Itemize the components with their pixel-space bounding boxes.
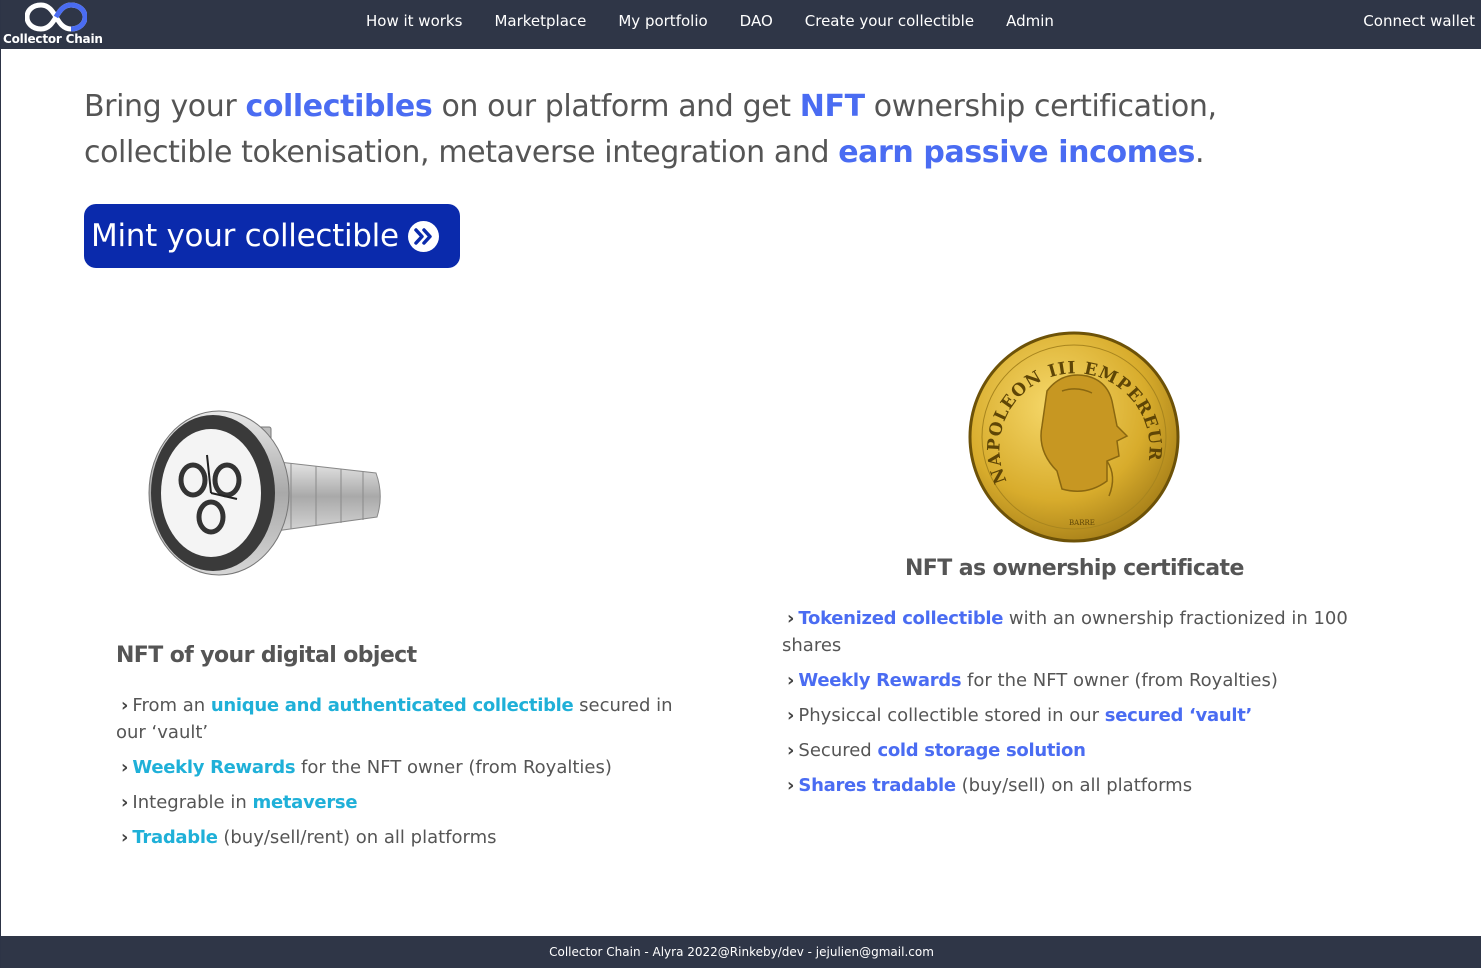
nav-link-dao[interactable]: DAO <box>740 12 773 30</box>
list-item: › Weekly Rewards for the NFT owner (from … <box>782 667 1382 694</box>
list-item: › Shares tradable (buy/sell) on all platf… <box>782 772 1382 799</box>
feature-highlight: unique and authenticated collectible <box>210 695 574 716</box>
nav-link-create-collectible[interactable]: Create your collectible <box>805 12 974 30</box>
hero-text: Bring your <box>84 89 246 124</box>
feature-highlight: Shares tradable <box>798 775 956 796</box>
double-chevron-right-icon <box>407 220 439 252</box>
list-item: › Tokenized collectible with an ownership… <box>782 605 1382 659</box>
list-item: › Tradable (buy/sell/rent) on all platfor… <box>116 824 706 851</box>
hero-text: on our platform and get <box>432 89 800 124</box>
infinity-logo-icon <box>25 2 87 32</box>
hero-highlight: earn passive incomes <box>838 135 1195 170</box>
feature-text: for the NFT owner (from Royalties) <box>295 757 612 778</box>
nav-link-admin[interactable]: Admin <box>1006 12 1054 30</box>
footer: Collector Chain - Alyra 2022@Rinkeby/dev… <box>1 936 1481 968</box>
list-item: › Secured cold storage solution <box>782 737 1382 764</box>
coin-mark: BARRE <box>1069 519 1095 527</box>
feature-highlight: Tradable <box>132 827 218 848</box>
feature-text: (buy/sell) on all platforms <box>955 775 1193 796</box>
watch-image <box>148 410 381 576</box>
chevron-right-icon: › <box>121 757 129 778</box>
right-feature-list: › Tokenized collectible with an ownership… <box>782 605 1382 807</box>
brand-name: Collector Chain <box>3 32 103 46</box>
nav-links: How it works Marketplace My portfolio DA… <box>366 12 1086 30</box>
feature-highlight: secured ‘vault’ <box>1104 705 1253 726</box>
top-navbar: Collector Chain How it works Marketplace… <box>1 0 1481 49</box>
left-feature-list: › From an unique and authenticated collec… <box>116 692 706 859</box>
right-card-title: NFT as ownership certificate <box>905 556 1244 581</box>
chevron-right-icon: › <box>787 670 795 691</box>
feature-text: Secured <box>798 740 878 761</box>
list-item: › Integrable in metaverse <box>116 789 706 816</box>
chevron-right-icon: › <box>121 827 129 848</box>
connect-wallet-button[interactable]: Connect wallet <box>1363 12 1475 30</box>
left-card-title: NFT of your digital object <box>116 643 417 668</box>
feature-text: From an <box>132 695 211 716</box>
chevron-right-icon: › <box>787 740 795 761</box>
mint-button-label: Mint your collectible <box>91 218 399 254</box>
list-item: › Weekly Rewards for the NFT owner (from … <box>116 754 706 781</box>
hero-highlight: NFT <box>799 89 865 124</box>
feature-text: Integrable in <box>132 792 253 813</box>
feature-highlight: Weekly Rewards <box>132 757 296 778</box>
hero-headline: Bring your collectibles on our platform … <box>84 84 1344 176</box>
chevron-right-icon: › <box>787 775 795 796</box>
feature-text: Physiccal collectible stored in our <box>798 705 1105 726</box>
coin-image: NAPOLEON III EMPEREUR BARRE <box>968 331 1180 543</box>
list-item: › From an unique and authenticated collec… <box>116 692 706 746</box>
mint-collectible-button[interactable]: Mint your collectible <box>84 204 460 268</box>
hero-text: . <box>1194 135 1205 170</box>
feature-text: for the NFT owner (from Royalties) <box>961 670 1278 691</box>
feature-highlight: metaverse <box>252 792 358 813</box>
nav-link-my-portfolio[interactable]: My portfolio <box>618 12 707 30</box>
nav-link-how-it-works[interactable]: How it works <box>366 12 462 30</box>
list-item: › Physiccal collectible stored in our sec… <box>782 702 1382 729</box>
feature-text: (buy/sell/rent) on all platforms <box>217 827 497 848</box>
nav-link-marketplace[interactable]: Marketplace <box>494 12 586 30</box>
chevron-right-icon: › <box>787 705 795 726</box>
brand[interactable]: Collector Chain <box>1 0 111 49</box>
chevron-right-icon: › <box>121 792 129 813</box>
chevron-right-icon: › <box>121 695 129 716</box>
chevron-right-icon: › <box>787 608 795 629</box>
hero-highlight: collectibles <box>245 89 433 124</box>
footer-text: Collector Chain - Alyra 2022@Rinkeby/dev… <box>549 945 934 959</box>
feature-highlight: Weekly Rewards <box>798 670 962 691</box>
feature-highlight: Tokenized collectible <box>798 608 1004 629</box>
feature-highlight: cold storage solution <box>877 740 1086 761</box>
